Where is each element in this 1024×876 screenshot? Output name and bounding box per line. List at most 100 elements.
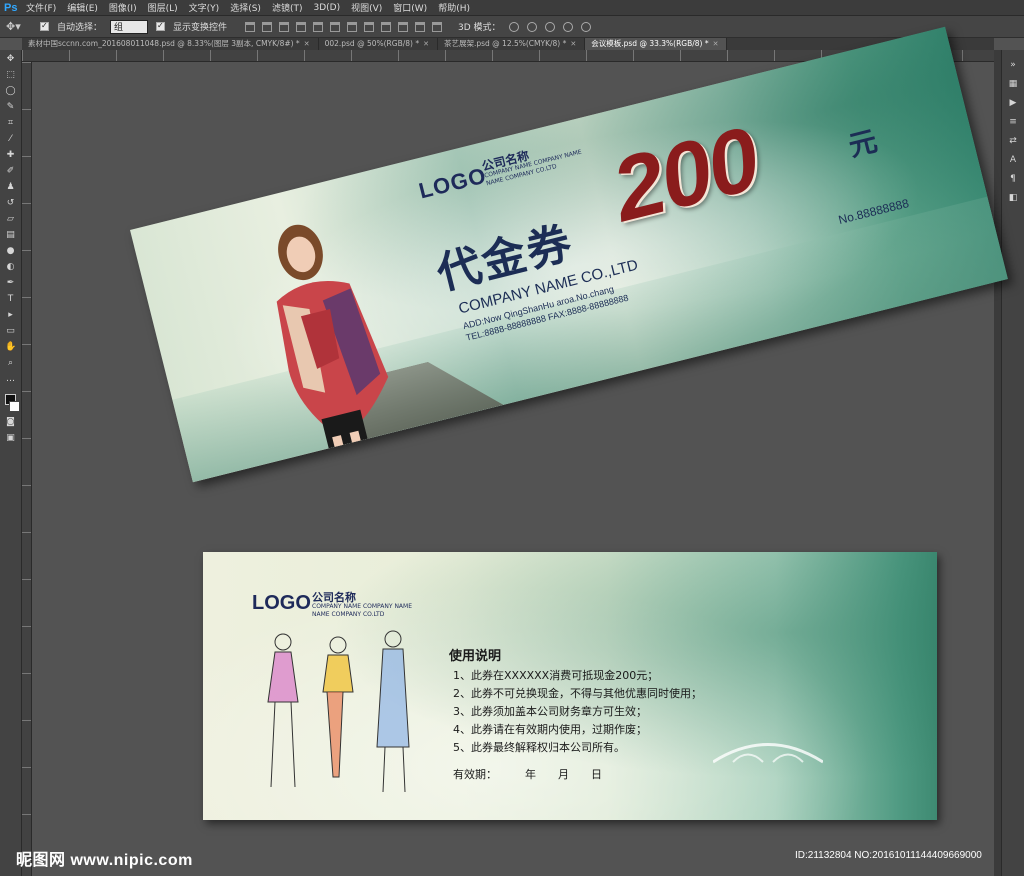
menu-3d[interactable]: 3D(D) [313,3,340,13]
align-middle-icon[interactable] [262,21,273,32]
marquee-tool-icon[interactable]: ⬚ [5,70,16,81]
move-tool-icon[interactable]: ✥ [5,54,16,65]
character-panel-icon[interactable]: A [1008,155,1019,166]
tab-document-1[interactable]: 素材中国sccnn.com_2016080110​48.psd @ 8.33%(… [22,38,319,50]
blank [536,766,558,782]
dodge-tool-icon[interactable]: ◐ [5,262,16,273]
distribute-middle-icon[interactable] [364,21,375,32]
day-label: 日 [591,768,602,781]
tab-label: 茶艺展架.psd @ 12.5%(CMYK/8) * [443,39,567,48]
distribute-top-icon[interactable] [347,21,358,32]
3d-scale-icon[interactable] [580,21,591,32]
align-top-icon[interactable] [245,21,256,32]
close-icon[interactable]: ✕ [304,40,310,48]
tools-panel: ✥ ⬚ ◯ ✎ ⌗ ⁄ ✚ ✐ ♟ ↺ ▱ ▤ ● ◐ ✒ T ▸ ▭ ✋ ⌕ … [0,50,22,876]
blur-tool-icon[interactable]: ● [5,246,16,257]
close-icon[interactable]: ✕ [423,40,429,48]
align-right-icon[interactable] [330,21,341,32]
eyedropper-tool-icon[interactable]: ⁄ [5,134,16,145]
3d-roll-icon[interactable] [526,21,537,32]
menu-bar: Ps 文件(F) 编辑(E) 图像(I) 图层(L) 文字(Y) 选择(S) 滤… [0,0,1024,16]
gradient-tool-icon[interactable]: ▤ [5,230,16,241]
distribute-right-icon[interactable] [432,21,443,32]
usage-instructions-heading: 使用说明 [449,649,502,664]
stamp-tool-icon[interactable]: ♟ [5,182,16,193]
crop-tool-icon[interactable]: ⌗ [5,118,16,129]
quick-select-tool-icon[interactable]: ✎ [5,102,16,113]
align-center-icon[interactable] [313,21,324,32]
menu-filter[interactable]: 滤镜(T) [272,1,303,14]
auto-select-label: 自动选择： [57,23,103,33]
more-tools-icon[interactable]: … [5,374,16,385]
photoshop-logo: Ps [4,1,18,14]
menu-window[interactable]: 窗口(W) [393,1,427,14]
menu-select[interactable]: 选择(S) [230,1,261,14]
distribute-center-icon[interactable] [415,21,426,32]
options-bar: ✥▾ 自动选择： 组 显示变换控件 3D 模式： [0,16,1024,38]
list-item: 3、此券须加盖本公司财务章方可生效； [453,705,647,718]
canvas-scrollbar[interactable] [994,50,1001,876]
menu-image[interactable]: 图像(I) [109,1,137,14]
path-select-tool-icon[interactable]: ▸ [5,310,16,321]
type-tool-icon[interactable]: T [5,294,16,305]
eraser-tool-icon[interactable]: ▱ [5,214,16,225]
background-color-swatch[interactable] [9,401,20,412]
collapse-panels-icon[interactable]: » [1008,60,1019,71]
pen-tool-icon[interactable]: ✒ [5,278,16,289]
tab-document-2[interactable]: 002.psd @ 50%(RGB/8) * ✕ [319,38,438,50]
shape-tool-icon[interactable]: ▭ [5,326,16,337]
move-tool-icon[interactable]: ✥▾ [6,19,32,35]
menu-view[interactable]: 视图(V) [351,1,382,14]
close-icon[interactable]: ✕ [570,40,576,48]
fashion-sketch-illustration [267,630,410,793]
zoom-tool-icon[interactable]: ⌕ [5,358,16,369]
hand-tool-icon[interactable]: ✋ [5,342,16,353]
paragraph-panel-icon[interactable]: ¶ [1008,174,1019,185]
lasso-tool-icon[interactable]: ◯ [5,86,16,97]
back-logo: LOGO [252,592,311,614]
tab-document-4[interactable]: 会议模板.psd @ 33.3%(RGB/8) * ✕ [585,38,728,50]
blank [497,766,525,782]
menu-file[interactable]: 文件(F) [26,1,56,14]
close-icon[interactable]: ✕ [713,40,719,48]
menu-type[interactable]: 文字(Y) [189,1,220,14]
auto-select-checkbox[interactable] [40,21,49,31]
align-buttons [245,21,443,32]
3d-drag-icon[interactable] [544,21,555,32]
tab-document-3[interactable]: 茶艺展架.psd @ 12.5%(CMYK/8) * ✕ [438,38,586,50]
image-id-watermark: ID:21132804 NO:20161011144409669000 [795,850,982,861]
align-bottom-icon[interactable] [279,21,290,32]
list-item: 4、此券请在有效期内使用，过期作废； [453,723,647,736]
tab-label: 会议模板.psd @ 33.3%(RGB/8) * [591,39,709,48]
vertical-ruler[interactable] [22,62,32,876]
healing-tool-icon[interactable]: ✚ [5,150,16,161]
year-label: 年 [525,768,536,781]
menu-layer[interactable]: 图层(L) [148,1,178,14]
menu-edit[interactable]: 编辑(E) [67,1,98,14]
actions-panel-icon[interactable]: ▶ [1008,98,1019,109]
3d-rotate-icon[interactable] [508,21,519,32]
voucher-front[interactable]: LOGO 公司名称 COMPANY NAME COMPANY NAME NAME… [130,26,1008,483]
menu-help[interactable]: 帮助(H) [438,1,470,14]
list-item: 5、此券最终解释权归本公司所有。 [453,741,625,754]
voucher-back[interactable]: LOGO 公司名称 COMPANY NAME COMPANY NAME NAME… [203,552,937,820]
quick-mask-icon[interactable]: ◙ [5,417,16,428]
document-tabs: 素材中国sccnn.com_2016080110​48.psd @ 8.33%(… [22,38,994,50]
show-transform-checkbox[interactable] [156,21,166,31]
validity-line: 有效期： 年 月 日 [453,766,602,782]
list-item: 1、此券在XXXXXX消费可抵现金200元； [453,669,659,682]
brush-tool-icon[interactable]: ✐ [5,166,16,177]
align-left-icon[interactable] [296,21,307,32]
distribute-left-icon[interactable] [398,21,409,32]
history-panel-icon[interactable]: ▦ [1008,79,1019,90]
screen-mode-icon[interactable]: ▣ [5,433,16,444]
adjustments-panel-icon[interactable]: ⇄ [1008,136,1019,147]
company-en-line-2: NAME COMPANY CO.LTD [312,611,385,618]
3d-slide-icon[interactable] [562,21,573,32]
distribute-bottom-icon[interactable] [381,21,392,32]
auto-select-dropdown[interactable]: 组 [110,19,149,34]
layers-panel-icon[interactable]: ◧ [1008,193,1019,204]
properties-panel-icon[interactable]: ≡ [1008,117,1019,128]
history-brush-tool-icon[interactable]: ↺ [5,198,16,209]
blank [569,766,591,782]
